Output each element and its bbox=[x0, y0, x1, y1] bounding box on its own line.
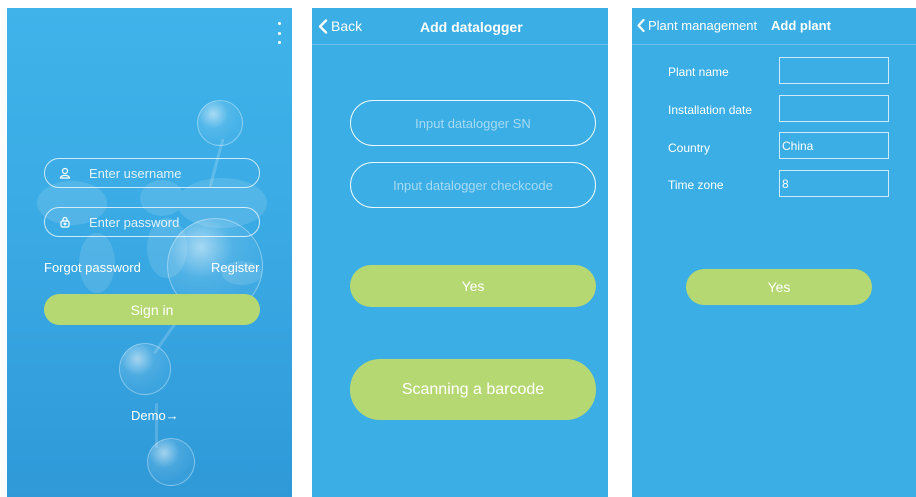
username-field[interactable] bbox=[44, 158, 260, 188]
forgot-password-link[interactable]: Forgot password bbox=[44, 260, 141, 275]
scan-barcode-button[interactable]: Scanning a barcode bbox=[350, 359, 596, 420]
login-screen: Forgot password Register Sign in Demo→ bbox=[7, 8, 292, 497]
more-vert-icon[interactable] bbox=[276, 22, 282, 44]
chevron-left-icon bbox=[318, 18, 328, 34]
demo-link[interactable]: Demo→ bbox=[131, 408, 179, 423]
time-zone-input[interactable] bbox=[779, 170, 889, 197]
password-input[interactable] bbox=[89, 214, 249, 230]
yes-button[interactable]: Yes bbox=[686, 269, 872, 305]
installation-date-input[interactable] bbox=[779, 95, 889, 122]
datalogger-sn-input[interactable] bbox=[363, 115, 583, 131]
page-title: Add datalogger bbox=[420, 19, 523, 35]
lock-icon bbox=[60, 216, 70, 228]
time-zone-label: Time zone bbox=[668, 178, 724, 192]
datalogger-sn-field[interactable] bbox=[350, 100, 596, 146]
add-plant-screen: Plant management Add plant Plant name In… bbox=[632, 8, 916, 497]
bubble-decoration bbox=[119, 343, 171, 395]
back-button[interactable]: Back bbox=[318, 18, 362, 34]
nav-bar: Plant management Add plant bbox=[632, 8, 916, 45]
username-input[interactable] bbox=[89, 165, 249, 181]
add-datalogger-screen: Back Add datalogger Yes Scanning a barco… bbox=[312, 8, 608, 497]
password-field[interactable] bbox=[44, 207, 260, 237]
yes-button[interactable]: Yes bbox=[350, 265, 596, 307]
back-label: Plant management bbox=[648, 18, 758, 33]
datalogger-checkcode-input[interactable] bbox=[363, 177, 583, 193]
bubble-decoration bbox=[197, 100, 243, 146]
datalogger-checkcode-field[interactable] bbox=[350, 162, 596, 208]
country-label: Country bbox=[668, 141, 711, 155]
page-title: Add plant bbox=[771, 18, 831, 33]
country-input[interactable] bbox=[779, 132, 889, 159]
sign-in-button[interactable]: Sign in bbox=[44, 294, 260, 325]
plant-name-label: Plant name bbox=[668, 65, 729, 79]
plant-name-input[interactable] bbox=[779, 57, 889, 84]
nav-bar: Back Add datalogger bbox=[312, 8, 608, 45]
back-label: Back bbox=[331, 18, 363, 34]
user-icon bbox=[59, 167, 71, 179]
register-link[interactable]: Register bbox=[211, 260, 259, 275]
back-button[interactable]: Plant management bbox=[637, 18, 757, 33]
bubble-decoration bbox=[147, 438, 195, 486]
chevron-left-icon bbox=[637, 19, 645, 32]
installation-date-label: Installation date bbox=[668, 103, 753, 117]
